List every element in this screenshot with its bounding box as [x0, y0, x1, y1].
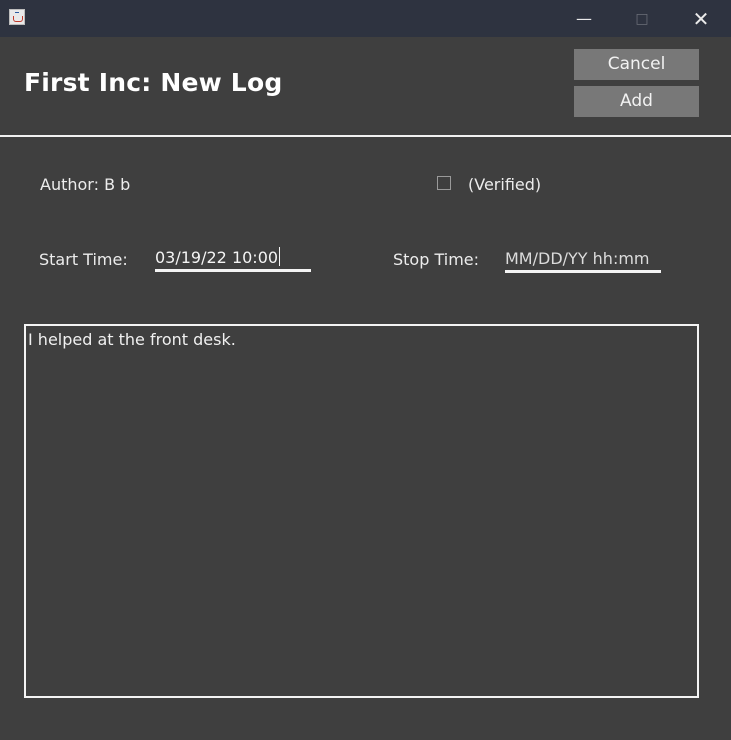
- page-title: First Inc: New Log: [24, 68, 283, 97]
- start-time-value: 03/19/22 10:00: [155, 248, 279, 267]
- stop-time-placeholder: MM/DD/YY hh:mm: [505, 249, 650, 268]
- window-titlebar: — □ ✕: [0, 0, 731, 37]
- author-label: Author: B b: [40, 175, 131, 194]
- java-app-icon: [9, 9, 25, 25]
- description-textarea[interactable]: I helped at the front desk.: [24, 324, 699, 698]
- description-text: I helped at the front desk.: [28, 330, 236, 349]
- close-icon[interactable]: ✕: [672, 0, 730, 37]
- cancel-button[interactable]: Cancel: [574, 49, 699, 80]
- stop-time-field[interactable]: MM/DD/YY hh:mm: [505, 248, 661, 273]
- start-time-label: Start Time:: [39, 250, 128, 269]
- minimize-icon[interactable]: —: [555, 0, 613, 37]
- add-button[interactable]: Add: [574, 86, 699, 117]
- maximize-icon[interactable]: □: [613, 0, 671, 37]
- verified-label: (Verified): [468, 175, 542, 194]
- stop-time-label: Stop Time:: [393, 250, 480, 269]
- header-divider: [0, 135, 731, 137]
- text-caret: [279, 247, 281, 266]
- verified-checkbox[interactable]: [437, 176, 451, 190]
- start-time-field[interactable]: 03/19/22 10:00: [155, 247, 311, 272]
